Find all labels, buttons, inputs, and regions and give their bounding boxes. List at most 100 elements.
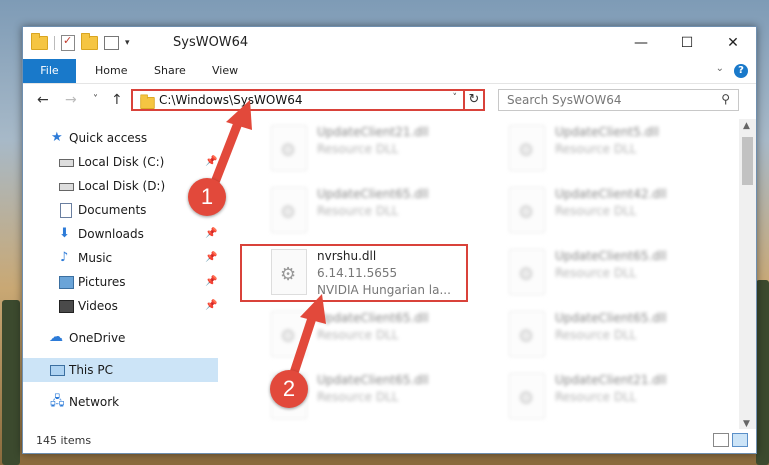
dll-file-icon: ⚙ xyxy=(509,311,545,357)
star-icon: ★ xyxy=(51,130,63,145)
scroll-down-icon[interactable]: ▼ xyxy=(743,419,750,429)
dll-file-icon: ⚙ xyxy=(509,373,545,419)
expand-ribbon-icon[interactable]: ⌄ xyxy=(716,63,724,74)
refresh-button[interactable]: ↻ xyxy=(463,89,485,111)
sidebar-item-pictures[interactable]: Pictures 📌 xyxy=(23,270,218,294)
recent-locations-button[interactable]: ˅ xyxy=(93,94,98,105)
details-view-icon[interactable] xyxy=(713,433,729,447)
file-name: UpdateClient65.dll xyxy=(317,373,429,387)
sidebar-item-label: Music xyxy=(78,251,113,265)
address-bar[interactable]: C:\Windows\SysWOW64 ˅ xyxy=(131,89,465,111)
sidebar-item-label: OneDrive xyxy=(69,331,126,345)
file-name: UpdateClient65.dll xyxy=(555,311,667,325)
file-name: UpdateClient65.dll xyxy=(317,187,429,201)
file-type: Resource DLL xyxy=(317,390,399,404)
background-tree xyxy=(2,300,20,465)
sidebar-item-label: Documents xyxy=(78,203,147,217)
tab-view[interactable]: View xyxy=(212,59,238,83)
sidebar-item-onedrive[interactable]: ☁ OneDrive xyxy=(23,326,218,350)
chevron-down-icon[interactable]: ˅ xyxy=(453,93,458,103)
file-type: Resource DLL xyxy=(555,328,637,342)
scroll-up-icon[interactable]: ▲ xyxy=(743,121,750,131)
background-tree xyxy=(756,280,769,465)
forward-button[interactable]: → xyxy=(65,92,77,108)
file-tile[interactable]: ⚙ UpdateClient21.dll Resource DLL xyxy=(503,367,733,427)
window-title: SysWOW64 xyxy=(173,35,249,50)
up-button[interactable]: ↑ xyxy=(111,92,123,108)
help-icon[interactable]: ? xyxy=(734,64,748,78)
sidebar-item-local-disk-c[interactable]: Local Disk (C:) 📌 xyxy=(23,150,218,174)
new-folder-icon[interactable] xyxy=(81,33,98,50)
cloud-icon: ☁ xyxy=(49,329,63,345)
tab-share[interactable]: Share xyxy=(154,59,186,83)
status-bar: 145 items xyxy=(23,429,756,453)
dll-file-icon: ⚙ xyxy=(509,125,545,171)
close-button[interactable]: ✕ xyxy=(710,27,756,59)
sidebar-item-music[interactable]: ♪ Music 📌 xyxy=(23,246,218,270)
file-tile[interactable]: ⚙ UpdateClient65.dll Resource DLL xyxy=(265,181,495,241)
sidebar-item-this-pc[interactable]: This PC xyxy=(23,358,218,382)
sidebar-item-videos[interactable]: Videos 📌 xyxy=(23,294,218,318)
sidebar-item-downloads[interactable]: ⬇ Downloads 📌 xyxy=(23,222,218,246)
file-tile[interactable]: ⚙ UpdateClient65.dll Resource DLL xyxy=(265,305,495,365)
file-tile[interactable]: ⚙ UpdateClient21.dll Resource DLL xyxy=(265,119,495,179)
gear-icon: ⚙ xyxy=(518,326,535,347)
file-tile[interactable]: ⚙ UpdateClient65.dll Resource DLL xyxy=(503,243,733,303)
folder-icon xyxy=(140,94,155,109)
music-icon: ♪ xyxy=(60,250,69,265)
file-tile[interactable]: ⚙ UpdateClient5.dll Resource DLL xyxy=(503,119,733,179)
file-type: Resource DLL xyxy=(317,142,399,156)
title-bar: ▾ SysWOW64 — ☐ ✕ xyxy=(23,27,756,59)
dll-file-icon: ⚙ xyxy=(271,311,307,357)
file-name: UpdateClient21.dll xyxy=(317,125,429,139)
search-placeholder: Search SysWOW64 xyxy=(507,93,622,107)
file-name: UpdateClient21.dll xyxy=(555,373,667,387)
pin-icon[interactable]: 📌 xyxy=(205,222,217,246)
ribbon-tabs: File Home Share View ⌄ ? xyxy=(23,59,756,84)
scrollbar-thumb[interactable] xyxy=(742,137,753,185)
file-tile[interactable]: ⚙ UpdateClient42.dll Resource DLL xyxy=(503,181,733,241)
tiles-view-icon[interactable] xyxy=(732,433,748,447)
navigation-pane: ★ Quick access Local Disk (C:) 📌 Local D… xyxy=(23,119,218,419)
sidebar-item-label: Local Disk (C:) xyxy=(78,155,165,169)
pin-icon[interactable]: 📌 xyxy=(205,246,217,270)
dll-file-icon: ⚙ xyxy=(271,125,307,171)
file-explorer-window: ▾ SysWOW64 — ☐ ✕ File Home Share View ⌄ … xyxy=(22,26,757,454)
address-path[interactable]: C:\Windows\SysWOW64 xyxy=(159,93,303,107)
item-count: 145 items xyxy=(36,434,92,447)
sidebar-item-label: Network xyxy=(69,395,120,409)
computer-icon xyxy=(50,365,65,376)
search-icon[interactable]: ⚲ xyxy=(721,92,730,106)
gear-icon: ⚙ xyxy=(518,388,535,409)
dll-file-icon: ⚙ xyxy=(509,249,545,295)
pictures-icon xyxy=(59,276,74,289)
file-type: Resource DLL xyxy=(555,142,637,156)
view-options-icon[interactable] xyxy=(104,36,119,50)
maximize-button[interactable]: ☐ xyxy=(664,27,710,59)
step-badge-1: 1 xyxy=(188,178,226,216)
sidebar-item-label: This PC xyxy=(69,363,113,377)
dll-file-icon: ⚙ xyxy=(509,187,545,233)
navigation-bar: ← → ˅ ↑ C:\Windows\SysWOW64 ˅ ↻ Search S… xyxy=(23,84,756,118)
videos-icon xyxy=(59,300,74,313)
file-type: Resource DLL xyxy=(555,204,637,218)
pin-icon[interactable]: 📌 xyxy=(205,294,217,318)
back-button[interactable]: ← xyxy=(37,92,49,108)
sidebar-item-quick-access[interactable]: ★ Quick access xyxy=(23,126,218,150)
highlight-box-file xyxy=(240,244,468,302)
pin-icon[interactable]: 📌 xyxy=(205,270,217,294)
tab-home[interactable]: Home xyxy=(95,59,127,83)
tab-file[interactable]: File xyxy=(23,59,76,83)
minimize-button[interactable]: — xyxy=(618,27,664,59)
search-input[interactable]: Search SysWOW64 ⚲ xyxy=(498,89,739,111)
vertical-scrollbar[interactable]: ▲ ▼ xyxy=(739,119,756,431)
sidebar-item-label: Local Disk (D:) xyxy=(78,179,166,193)
sidebar-item-network[interactable]: 🖧 Network xyxy=(23,390,218,414)
view-toggle xyxy=(713,433,748,447)
file-type: Resource DLL xyxy=(317,328,399,342)
pin-icon[interactable]: 📌 xyxy=(205,150,217,174)
customize-toolbar-icon[interactable]: ▾ xyxy=(125,38,130,48)
properties-icon[interactable] xyxy=(61,34,75,51)
file-type: Resource DLL xyxy=(555,390,637,404)
file-tile[interactable]: ⚙ UpdateClient65.dll Resource DLL xyxy=(503,305,733,365)
